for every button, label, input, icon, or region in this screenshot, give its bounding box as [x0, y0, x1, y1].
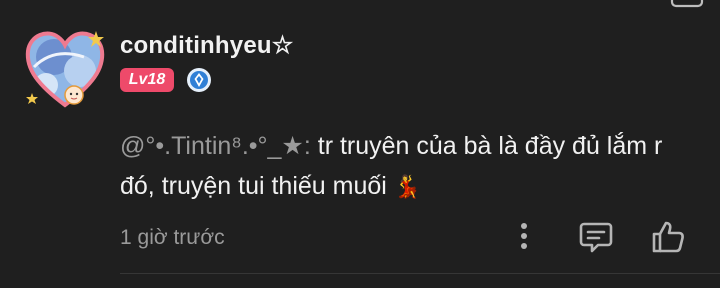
- verified-badge-icon: [187, 68, 211, 92]
- thumbs-up-icon[interactable]: [650, 220, 686, 254]
- level-badge: Lv18: [120, 68, 174, 92]
- avatar[interactable]: [24, 27, 106, 109]
- mention-link[interactable]: @°•.Tintin⁸.•°_★:: [120, 132, 311, 160]
- divider: [120, 273, 720, 274]
- more-vertical-icon[interactable]: [516, 220, 532, 254]
- comment-text: @°•.Tintin⁸.•°_★: tr truyên của bà là đầ…: [120, 126, 680, 208]
- username[interactable]: conditinhyeu☆: [120, 31, 293, 60]
- dancer-emoji: 💃: [393, 175, 422, 200]
- timestamp: 1 giờ trước: [120, 226, 225, 249]
- comment-reply-icon[interactable]: [578, 220, 614, 254]
- partial-icon: [670, 0, 704, 8]
